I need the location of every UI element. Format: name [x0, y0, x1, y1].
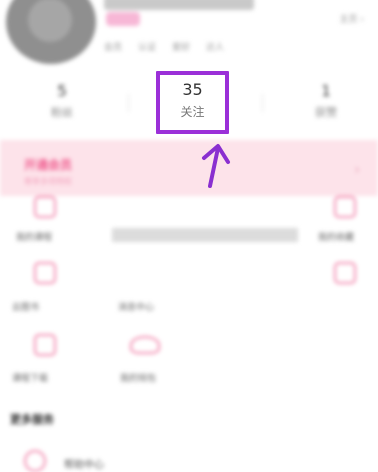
- username: [104, 0, 254, 10]
- service-label[interactable]: 课程下载: [12, 371, 48, 384]
- stat-label: 获赞: [315, 106, 337, 119]
- stat-fans[interactable]: 5 粉丝: [22, 82, 102, 120]
- stat-likes[interactable]: 1 获赞: [286, 82, 366, 120]
- stat-label: 粉丝: [51, 106, 73, 119]
- profile-tag: 达人: [206, 43, 225, 53]
- service-label[interactable]: 我的课程: [16, 230, 52, 243]
- service-label[interactable]: 我的钱包: [120, 371, 156, 384]
- chevron-right-icon: ›: [354, 162, 360, 178]
- cloud-icon[interactable]: [130, 336, 160, 354]
- vip-badge: [106, 12, 140, 26]
- service-label[interactable]: 云图书: [12, 300, 39, 313]
- stat-number: 5: [57, 82, 67, 100]
- homepage-link[interactable]: 主页 ›: [340, 12, 364, 25]
- stat-number: 1: [321, 82, 331, 100]
- section-title: 更多服务: [10, 413, 54, 426]
- service-label[interactable]: 消息中心: [118, 300, 154, 313]
- help-icon[interactable]: [24, 450, 46, 472]
- divider: [262, 94, 263, 112]
- help-label[interactable]: 帮助中心: [64, 456, 104, 471]
- profile-tag: 爱好: [172, 43, 191, 53]
- download-icon[interactable]: [34, 334, 56, 356]
- vip-banner-subtitle: 尊享多项特权: [24, 177, 72, 186]
- course-icon[interactable]: [34, 196, 56, 218]
- message-icon[interactable]: [334, 262, 356, 284]
- favorite-icon[interactable]: [334, 196, 356, 218]
- service-label[interactable]: 我的收藏: [318, 230, 354, 243]
- divider: [128, 94, 129, 112]
- vip-banner-title: 开通会员: [24, 158, 73, 172]
- avatar[interactable]: [6, 0, 96, 64]
- placeholder-strip: [112, 228, 298, 242]
- highlight-box: [156, 71, 229, 134]
- cloud-book-icon[interactable]: [34, 262, 56, 284]
- profile-tag: 认证: [138, 43, 157, 53]
- pointer-arrow-icon: [202, 144, 230, 188]
- profile-tag: 会员: [104, 43, 123, 53]
